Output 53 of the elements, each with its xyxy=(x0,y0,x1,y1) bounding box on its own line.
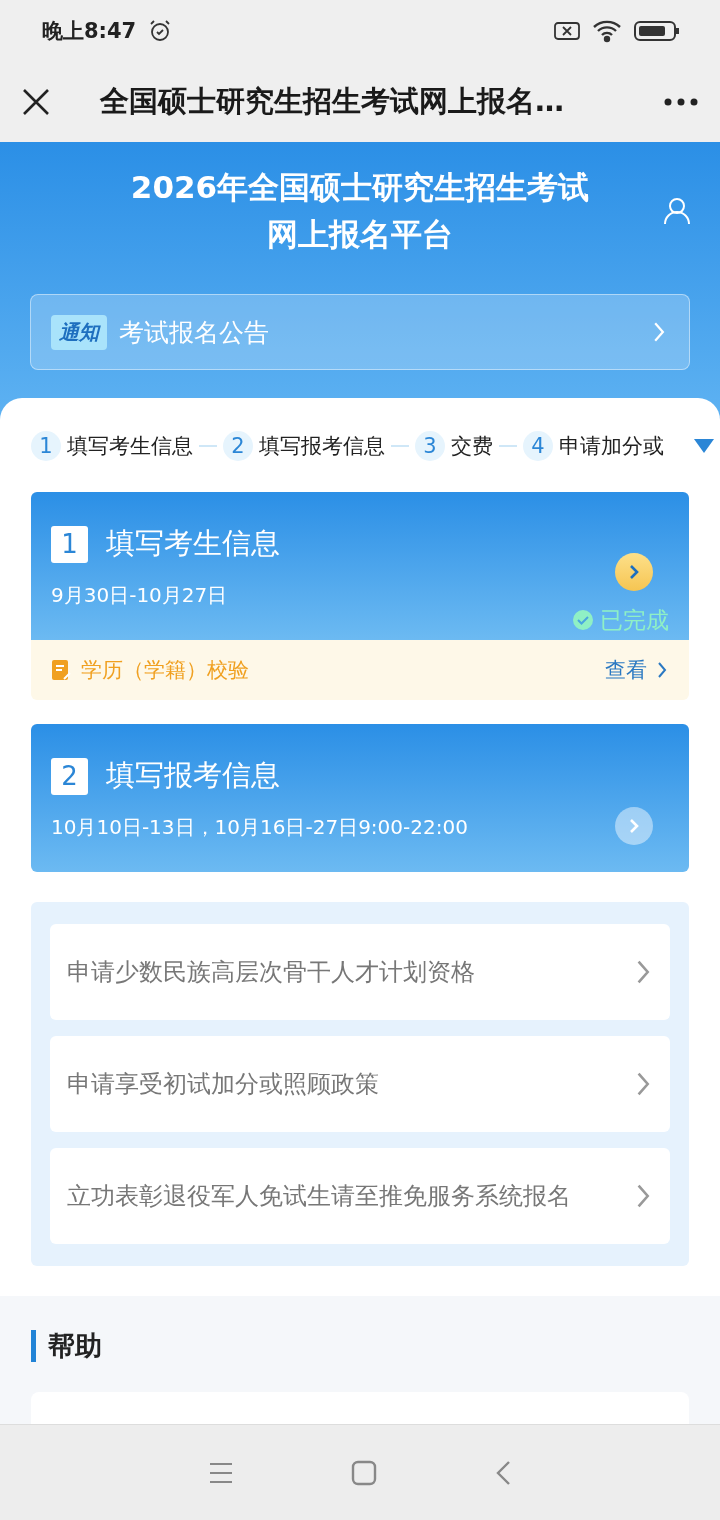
notice-bar[interactable]: 通知 考试报名公告 xyxy=(30,294,690,370)
stage-card[interactable]: 1 填写考生信息 9月30日-10月27日 已完成 xyxy=(31,492,689,640)
home-icon[interactable] xyxy=(351,1459,377,1486)
chevron-right-icon xyxy=(657,661,667,679)
step-number: 1 xyxy=(31,431,61,461)
application-text: 申请享受初试加分或照顾政策 xyxy=(67,1069,380,1100)
go-button[interactable] xyxy=(615,552,653,591)
document-icon xyxy=(51,659,71,681)
chevron-right-icon xyxy=(635,1183,650,1209)
verification-text: 学历（学籍）校验 xyxy=(81,657,250,684)
step-label: 填写报考信息 xyxy=(259,433,385,460)
check-circle-icon xyxy=(572,609,594,631)
go-button[interactable] xyxy=(615,807,653,845)
battery-icon xyxy=(634,20,680,42)
application-text: 申请少数民族高层次骨干人才计划资格 xyxy=(67,957,476,988)
step-label: 申请加分或 xyxy=(559,433,664,460)
page-title: 全国硕士研究生招生考试网上报名… xyxy=(100,83,565,120)
step-label: 填写考生信息 xyxy=(67,433,193,460)
chevron-right-icon xyxy=(628,563,640,580)
application-text: 立功表彰退役军人免试生请至推免服务系统报名 xyxy=(67,1181,572,1212)
stage-number: 2 xyxy=(51,757,88,795)
step-number: 2 xyxy=(223,431,253,461)
dropdown-triangle-icon[interactable] xyxy=(694,439,714,453)
stage-title: 填写考生信息 xyxy=(106,525,280,562)
application-item[interactable]: 申请享受初试加分或照顾政策 xyxy=(50,1036,670,1132)
step-label: 交费 xyxy=(451,433,493,460)
help-heading: 帮助 xyxy=(31,1330,689,1362)
chevron-right-icon xyxy=(635,959,650,985)
step-number: 4 xyxy=(523,431,553,461)
stage-title: 填写报考信息 xyxy=(106,757,280,794)
chevron-right-icon xyxy=(628,818,640,834)
close-icon[interactable] xyxy=(22,88,50,116)
view-link[interactable]: 查看 xyxy=(605,656,667,684)
completed-status: 已完成 xyxy=(600,605,669,635)
more-icon[interactable] xyxy=(664,98,698,106)
menu-icon[interactable] xyxy=(209,1461,233,1484)
application-item[interactable]: 申请少数民族高层次骨干人才计划资格 xyxy=(50,924,670,1020)
back-icon[interactable] xyxy=(495,1459,511,1486)
step-number: 3 xyxy=(415,431,445,461)
status-time: 晚上8:47 xyxy=(42,18,137,45)
notice-tag: 通知 xyxy=(51,314,107,350)
stage-card[interactable]: 2 填写报考信息 10月10日-13日，10月16日-27日9:00-22:00 xyxy=(31,724,689,872)
stage-dates: 10月10日-13日，10月16日-27日9:00-22:00 xyxy=(51,814,469,841)
stage-number: 1 xyxy=(51,525,88,563)
no-sim-icon xyxy=(554,21,580,41)
notice-text: 考试报名公告 xyxy=(119,316,270,349)
stage-dates: 9月30日-10月27日 xyxy=(51,582,229,609)
user-icon[interactable] xyxy=(664,197,690,225)
platform-title: 2026年全国硕士研究生招生考试 网上报名平台 xyxy=(130,168,590,254)
chevron-right-icon xyxy=(635,1071,650,1097)
chevron-right-icon xyxy=(652,321,665,343)
application-item[interactable]: 立功表彰退役军人免试生请至推免服务系统报名 xyxy=(50,1148,670,1244)
wifi-icon xyxy=(592,19,622,43)
